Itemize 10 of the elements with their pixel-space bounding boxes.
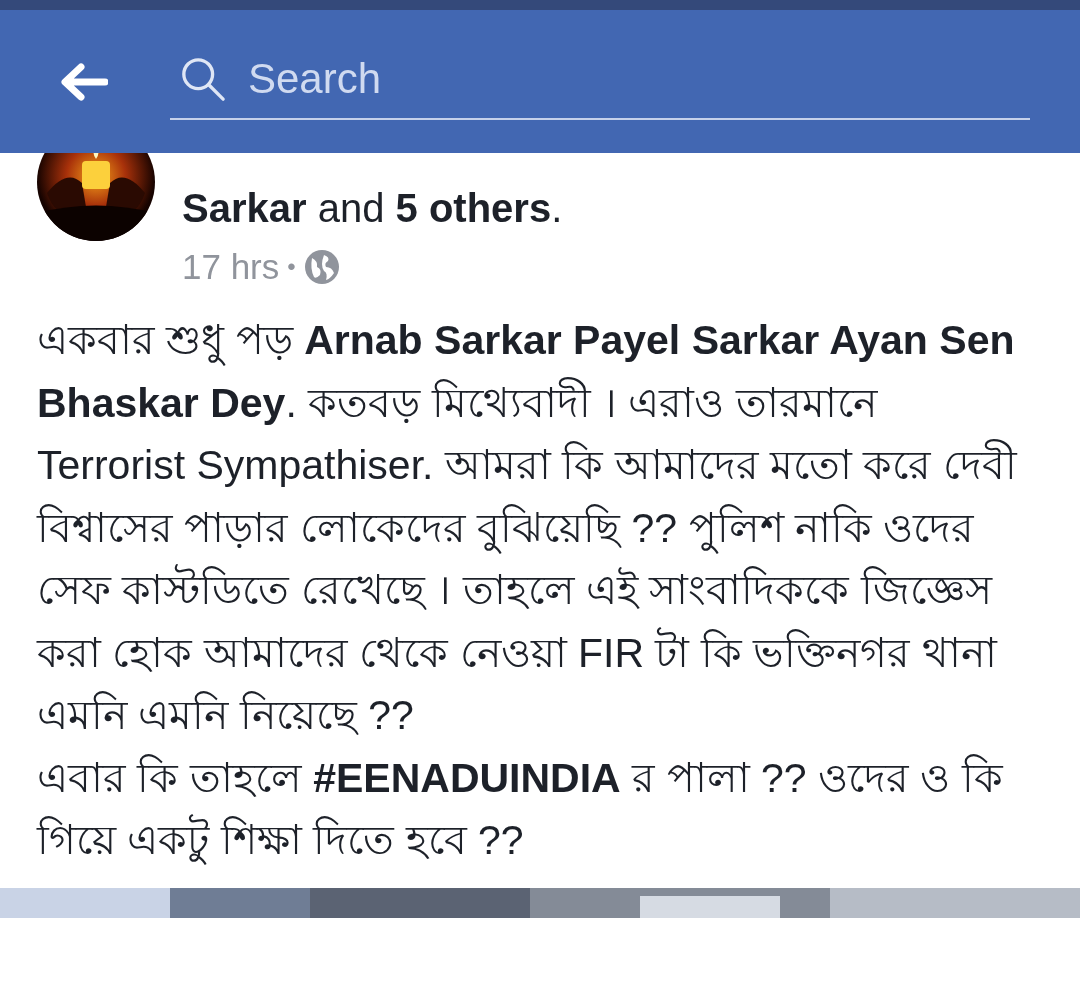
back-icon[interactable] [58,61,108,102]
separator-dot: • [287,253,296,281]
globe-icon [303,249,340,285]
search-field[interactable]: Search [246,53,1030,104]
timestamp: 17 hrs [182,247,280,287]
search-icon [180,55,226,102]
author-line: Sarkar and 5 others. [182,185,563,232]
search-bar[interactable]: Search [170,53,1030,120]
post-text: এবার কি তাহলে #EENADUINDIA র পালা ?? ওদের ও কি গিয়ে একটু শিক্ষা দিতে হবে ?? [37,753,1005,867]
post-text: একবার শুধু পড় Arnab Sarkar Payel Sarkar Ayan Sen Bhaskar Dey. কতবড় মিথ্যেবাদী । এরাও তারমানে Terrorist Sympathiser. আমরা কি আমাদের মতো করে দেবী বিশ্বাসের পাড়ার লোকেদের বুঝিয়েছি ?? পুলিশ নাকি ওদের সেফ কাস্টডিতে রেখেছে । তাহলে এই সাংবাদিককে জিজ্ঞেস করা হোক আমাদের থেকে নেওয়া FIR টা কি ভক্তিনগর থানা এমনি এমনি নিয়েছে ?? [37,316,1019,740]
